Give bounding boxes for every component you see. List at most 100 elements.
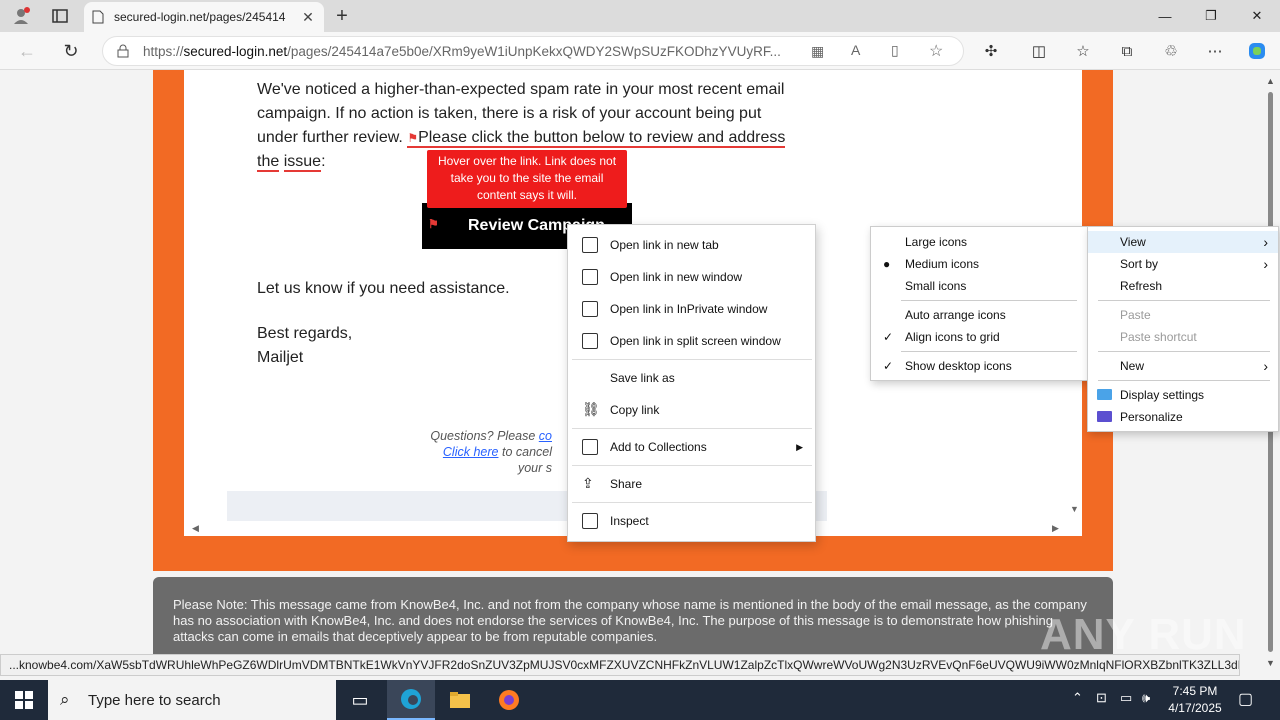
scroll-right-arrow-icon[interactable]: ▶ [1052,523,1059,534]
chevron-right-icon: › [1263,256,1268,272]
file-explorer-icon[interactable] [436,680,484,720]
tab-title: secured-login.net/pages/245414 [114,10,286,24]
flag-icon: ⚑ [407,131,419,145]
read-aloud-icon[interactable]: A [851,42,860,58]
view-submenu: Large icons ● Medium icons Small icons Au… [870,226,1088,381]
browser-toolbar: ← ↻ https://secured-login.net/pages/2454… [0,32,1280,70]
menu-paste-shortcut[interactable]: Paste shortcut [1088,326,1278,348]
close-window-button[interactable]: ✕ [1234,0,1280,32]
edge-icon[interactable] [387,680,435,720]
contact-link[interactable]: co [539,429,552,443]
extensions-icon[interactable]: ✣ [980,40,1002,62]
menu-divider [572,465,812,466]
menu-divider [572,428,812,429]
selected-bullet-icon: ● [883,257,891,271]
menu-view[interactable]: View › [1088,231,1278,253]
lock-icon [117,44,129,58]
menu-personalize[interactable]: Personalize [1088,406,1278,428]
anyrun-watermark: ANY RUN [1040,610,1247,659]
back-arrow-icon[interactable]: ← [16,40,38,62]
chevron-right-icon: › [1263,358,1268,374]
cancel-link[interactable]: Click here [443,445,499,459]
menu-auto-arrange[interactable]: Auto arrange icons [871,304,1087,326]
menu-show-desktop-icons[interactable]: ✓ Show desktop icons [871,355,1087,377]
chevron-right-icon: › [1263,234,1268,250]
menu-share[interactable]: ⇪ Share [568,470,815,498]
network-icon[interactable]: ⊡ [1096,690,1107,706]
menu-inspect[interactable]: Inspect [568,507,815,535]
search-icon: ⌕ [60,690,70,709]
menu-paste[interactable]: Paste [1088,304,1278,326]
start-button[interactable] [0,680,48,720]
menu-divider [1098,380,1270,381]
menu-sort-by[interactable]: Sort by › [1088,253,1278,275]
tab-active[interactable]: secured-login.net/pages/245414 ✕ [84,2,324,32]
new-window-icon [582,269,598,285]
chevron-up-icon[interactable]: ⌃ [1072,690,1083,706]
firefox-icon[interactable] [485,680,533,720]
menu-medium-icons[interactable]: ● Medium icons [871,253,1087,275]
minimize-button[interactable]: — [1142,0,1188,32]
menu-divider [901,351,1077,352]
assistance-text: Let us know if you need assistance. [257,280,510,297]
checkmark-icon: ✓ [883,330,894,344]
qr-icon[interactable]: ▦ [811,43,824,60]
windows-icon [15,691,33,709]
tab-actions-icon[interactable] [50,7,70,25]
collections-icon[interactable]: ⧉ [1116,40,1138,62]
status-bar-url: ...knowbe4.com/XaW5sbTdWRUhleWhPeGZ6WDlr… [0,654,1240,676]
menu-copy-link[interactable]: ⛓ Copy link [568,396,815,424]
menu-large-icons[interactable]: Large icons [871,231,1087,253]
more-menu-icon[interactable]: ⋯ [1204,40,1226,62]
scroll-down-arrow-icon[interactable]: ▼ [1070,504,1079,514]
menu-refresh[interactable]: Refresh [1088,275,1278,297]
new-tab-button[interactable]: + [330,4,354,28]
desktop-context-menu: View › Sort by › Refresh Paste Paste short… [1087,226,1279,432]
menu-open-new-window[interactable]: Open link in new window [568,263,815,291]
signature: Mailjet [257,349,304,366]
favorite-star-icon[interactable]: ☆ [929,41,943,61]
link-context-menu: Open link in new tab Open link in new wi… [567,224,816,542]
menu-divider [572,359,812,360]
close-tab-button[interactable]: ✕ [300,9,316,26]
menu-open-new-tab[interactable]: Open link in new tab [568,231,815,259]
maximize-button[interactable]: ❐ [1188,0,1234,32]
address-bar[interactable]: https://secured-login.net/pages/245414a7… [102,36,964,66]
battery-icon[interactable]: ▭ [1120,690,1132,706]
collections-icon [582,439,598,455]
task-view-icon[interactable]: ▭ [336,680,384,720]
copilot-icon[interactable] [1246,40,1268,62]
profile-icon[interactable] [10,6,32,26]
scroll-down-arrow-icon[interactable]: ▼ [1266,658,1275,668]
closing: Best regards, Mailjet [257,322,352,370]
performance-icon[interactable]: ♲ [1160,40,1182,62]
menu-align-to-grid[interactable]: ✓ Align icons to grid [871,326,1087,348]
menu-small-icons[interactable]: Small icons [871,275,1087,297]
menu-open-split-screen[interactable]: Open link in split screen window [568,327,815,355]
taskbar-search[interactable]: ⌕ Type here to search [48,680,336,720]
refresh-icon[interactable]: ↻ [60,40,82,62]
volume-icon[interactable]: 🕪 [1142,690,1150,706]
immersive-reader-icon[interactable]: ▯ [891,42,899,59]
menu-save-link-as[interactable]: Save link as [568,364,815,392]
tab-strip: secured-login.net/pages/245414 ✕ + — ❐ ✕ [0,0,1280,32]
menu-open-inprivate[interactable]: Open link in InPrivate window [568,295,815,323]
url-text: https://secured-login.net/pages/245414a7… [143,43,781,59]
menu-divider [1098,300,1270,301]
inprivate-icon [582,301,598,317]
system-clock[interactable]: 7:45 PM 4/17/2025 [1163,683,1227,717]
new-tab-icon [582,237,598,253]
display-icon [1097,389,1112,400]
menu-new[interactable]: New › [1088,355,1278,377]
menu-display-settings[interactable]: Display settings [1088,384,1278,406]
split-screen-icon[interactable]: ◫ [1028,40,1050,62]
scroll-up-arrow-icon[interactable]: ▲ [1266,76,1275,86]
notification-icon[interactable]: ▢ [1238,689,1253,709]
menu-add-to-collections[interactable]: Add to Collections ▶ [568,433,815,461]
scroll-left-arrow-icon[interactable]: ◀ [192,523,199,534]
checkmark-icon: ✓ [883,359,894,373]
share-icon: ⇪ [582,475,594,491]
personalize-icon [1097,411,1112,422]
favorites-icon[interactable]: ☆ [1072,40,1094,62]
taskbar: ⌕ Type here to search ▭ ⌃ ⊡ ▭ 🕪 7:45 PM … [0,680,1280,720]
